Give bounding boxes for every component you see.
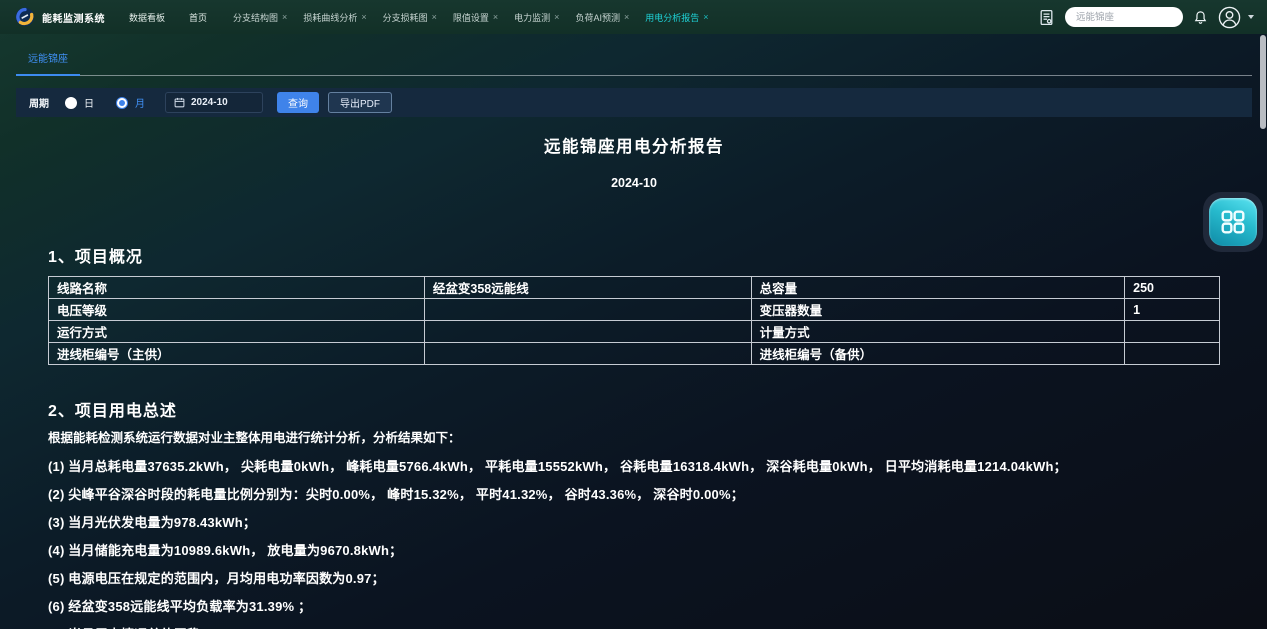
summary-item-1: (1) 当月总耗电量37635.2kWh， 尖耗电量0kWh， 峰耗电量5766…: [48, 459, 1232, 474]
radio-month-circle[interactable]: [116, 97, 128, 109]
table-cell-value: [424, 299, 751, 321]
filter-bar: 周期 日 月 2024-10 查询 导出PDF: [16, 88, 1252, 117]
tab-power-analysis-report[interactable]: 用电分析报告 ×: [645, 11, 708, 24]
table-cell-value: [424, 343, 751, 365]
tab-power-monitoring[interactable]: 电力监测 ×: [514, 11, 559, 24]
table-cell-label: 总容量: [751, 277, 1125, 299]
bell-icon[interactable]: [1193, 10, 1208, 25]
report-doc-icon[interactable]: [1038, 9, 1055, 26]
radio-day-circle[interactable]: [65, 97, 77, 109]
table-row: 进线柜编号（主供） 进线柜编号（备供）: [49, 343, 1220, 365]
table-cell-value: 250: [1125, 277, 1220, 299]
chevron-down-icon[interactable]: [1248, 15, 1254, 19]
report-period: 2024-10: [16, 176, 1252, 190]
main-menu: 数据看板 首页: [129, 11, 207, 24]
table-cell-value: [1125, 321, 1220, 343]
close-icon[interactable]: ×: [432, 13, 437, 22]
table-cell-value: 1: [1125, 299, 1220, 321]
table-cell-label: 进线柜编号（主供）: [49, 343, 425, 365]
table-cell-label: 变压器数量: [751, 299, 1125, 321]
tab-branch-loss-chart[interactable]: 分支损耗图 ×: [383, 11, 437, 24]
close-icon[interactable]: ×: [703, 13, 708, 22]
tab-branch-structure[interactable]: 分支结构图 ×: [233, 11, 287, 24]
close-icon[interactable]: ×: [624, 13, 629, 22]
logo-icon: [15, 7, 35, 27]
header-right-cluster: [1038, 6, 1254, 29]
table-cell-value: 经盆变358远能线: [424, 277, 751, 299]
date-picker[interactable]: 2024-10: [165, 92, 263, 113]
search-input[interactable]: [1065, 7, 1183, 27]
summary-item-3: (3) 当月光伏发电量为978.43kWh；: [48, 515, 1232, 530]
table-cell-label: 计量方式: [751, 321, 1125, 343]
page-tab-strip: 远能锦座: [16, 34, 1252, 76]
table-cell-label: 线路名称: [49, 277, 425, 299]
report-title: 远能锦座用电分析报告: [16, 133, 1252, 157]
summary-item-2: (2) 尖峰平谷深谷时段的耗电量比例分别为：尖时0.00%， 峰时15.32%，…: [48, 487, 1232, 502]
brand-name: 能耗监测系统: [42, 10, 105, 25]
close-icon[interactable]: ×: [282, 13, 287, 22]
query-button[interactable]: 查询: [277, 92, 319, 113]
table-cell-label: 进线柜编号（备供）: [751, 343, 1125, 365]
apps-grid-icon: [1209, 198, 1257, 246]
summary-items: (1) 当月总耗电量37635.2kWh， 尖耗电量0kWh， 峰耗电量5766…: [48, 459, 1232, 629]
section1-heading: 1、项目概况: [48, 243, 143, 267]
tab-limit-settings[interactable]: 限值设置 ×: [453, 11, 498, 24]
project-overview-table: 线路名称 经盆变358远能线 总容量 250 电压等级 变压器数量 1 运行方式…: [48, 276, 1220, 365]
export-pdf-button[interactable]: 导出PDF: [328, 92, 392, 113]
section2-heading: 2、项目用电总述: [48, 397, 177, 421]
quick-apps-widget[interactable]: [1203, 192, 1263, 252]
date-value: 2024-10: [191, 97, 228, 108]
radio-month-label: 月: [135, 95, 145, 110]
menu-item-home[interactable]: 首页: [189, 11, 207, 24]
close-icon[interactable]: ×: [361, 13, 366, 22]
close-icon[interactable]: ×: [493, 13, 498, 22]
brand: 能耗监测系统: [15, 7, 105, 27]
summary-item-4: (4) 当月储能充电量为10989.6kWh， 放电量为9670.8kWh；: [48, 543, 1232, 558]
subtab-active-station[interactable]: 远能锦座: [16, 50, 80, 76]
menu-item-dashboard[interactable]: 数据看板: [129, 11, 165, 24]
tab-loss-curve-analysis[interactable]: 损耗曲线分析 ×: [303, 11, 366, 24]
report-area: 远能锦座用电分析报告 2024-10 1、项目概况 线路名称 经盆变358远能线…: [16, 117, 1252, 629]
table-cell-label: 运行方式: [49, 321, 425, 343]
radio-day-label: 日: [84, 95, 94, 110]
table-row: 运行方式 计量方式: [49, 321, 1220, 343]
table-cell-label: 电压等级: [49, 299, 425, 321]
table-cell-value: [424, 321, 751, 343]
scrollbar-thumb[interactable]: [1260, 35, 1266, 129]
radio-month[interactable]: 月: [116, 95, 145, 110]
summary-intro: 根据能耗检测系统运行数据对业主整体用电进行统计分析，分析结果如下：: [48, 427, 461, 446]
open-tabs: 分支结构图 × 损耗曲线分析 × 分支损耗图 × 限值设置 × 电力监测 × 负…: [233, 11, 708, 24]
calendar-icon: [174, 97, 185, 108]
tab-load-ai-forecast[interactable]: 负荷AI预测 ×: [575, 11, 629, 24]
table-row: 线路名称 经盆变358远能线 总容量 250: [49, 277, 1220, 299]
avatar[interactable]: [1218, 6, 1241, 29]
period-label: 周期: [29, 95, 49, 110]
table-cell-value: [1125, 343, 1220, 365]
radio-day[interactable]: 日: [65, 95, 94, 110]
summary-item-6: (6) 经盆变358远能线平均负载率为31.39% ；: [48, 599, 1232, 614]
close-icon[interactable]: ×: [554, 13, 559, 22]
table-row: 电压等级 变压器数量 1: [49, 299, 1220, 321]
top-nav-bar: 能耗监测系统 数据看板 首页 分支结构图 × 损耗曲线分析 × 分支损耗图 × …: [0, 0, 1267, 34]
summary-item-5: (5) 电源电压在规定的范围内，月均用电功率因数为0.97；: [48, 571, 1232, 586]
scrollbar-track[interactable]: [1259, 34, 1267, 629]
